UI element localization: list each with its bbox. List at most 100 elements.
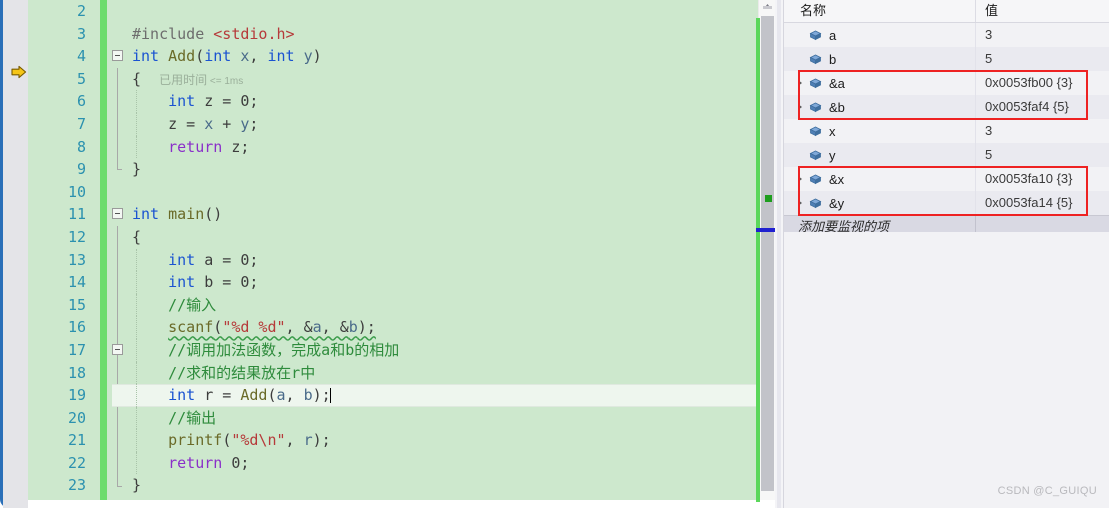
code-line[interactable]: //求和的结果放在r中 (112, 361, 758, 385)
token-keyword-int: int (168, 92, 196, 111)
variable-cube-icon (809, 150, 822, 160)
editor-bottom-filler (28, 500, 758, 508)
token-function-printf: printf (168, 431, 223, 450)
watch-row-y[interactable]: y 5 (784, 143, 1109, 167)
scrollbar-marker-green (765, 195, 772, 202)
watch-row-name-cell[interactable]: x (784, 119, 976, 143)
token-keyword-return: return (168, 137, 223, 156)
token-var-a: a (204, 250, 214, 269)
fold-toggle-comment-block[interactable] (112, 343, 123, 355)
watch-row-name-cell[interactable]: &b (784, 95, 976, 119)
watch-row-x[interactable]: x 3 (784, 119, 1109, 143)
code-line[interactable]: int b = 0; (112, 271, 758, 294)
watch-variable-value[interactable]: 0x0053fa10 {3} (976, 167, 1109, 191)
variable-cube-icon (809, 30, 822, 40)
code-line[interactable]: printf("%d\n", r); (112, 429, 758, 452)
line-number: 3 (76, 24, 86, 43)
watch-row-b[interactable]: b 5 (784, 47, 1109, 71)
watch-variable-value[interactable]: 5 (976, 143, 1109, 167)
code-line[interactable]: { 已用时间 <= 1ms (112, 67, 758, 170)
line-number: 14 (67, 273, 86, 292)
code-line[interactable]: return 0; (112, 451, 758, 475)
watch-row-addr-a[interactable]: &a 0x0053fb00 {3} (784, 71, 1109, 95)
line-number: 13 (67, 250, 86, 269)
watch-variable-value[interactable]: 0x0053fa14 {5} (976, 191, 1109, 215)
code-line[interactable]: return z; (112, 135, 758, 159)
expander-arrow-icon[interactable] (798, 23, 809, 47)
watch-variable-value[interactable]: 5 (976, 47, 1109, 71)
watch-row-addr-y[interactable]: &y 0x0053fa14 {5} (784, 191, 1109, 215)
token-keyword-int: int (168, 273, 196, 292)
watch-row-name-cell[interactable]: y (784, 143, 976, 167)
code-text-area[interactable]: #include <stdio.h> int Add(int x, int y)… (112, 0, 758, 500)
expander-arrow-icon[interactable] (798, 71, 809, 95)
token-string-scanf-format: "%d %d" (222, 318, 286, 337)
fold-toggle-add-function[interactable] (112, 50, 123, 62)
expander-arrow-icon[interactable] (798, 191, 809, 215)
line-number: 10 (67, 182, 86, 201)
fold-toggle-main-function[interactable] (112, 208, 123, 220)
expander-arrow-icon[interactable] (798, 167, 809, 191)
scrollbar-thumb[interactable] (756, 16, 779, 502)
expander-arrow-icon[interactable] (798, 119, 809, 143)
expander-arrow-icon[interactable] (798, 95, 809, 119)
watch-row-name-cell[interactable]: b (784, 47, 976, 71)
line-number: 19 (67, 386, 86, 405)
expander-arrow-icon[interactable] (798, 47, 809, 71)
watch-row-name-cell[interactable]: &a (784, 71, 976, 95)
token-function-add: Add (240, 386, 268, 405)
token-keyword-int: int (168, 250, 196, 269)
watch-row-addr-x[interactable]: &x 0x0053fa10 {3} (784, 167, 1109, 191)
code-line[interactable]: } (112, 474, 758, 497)
code-line[interactable]: z = x + y; (112, 112, 758, 136)
pane-splitter-grip (777, 0, 781, 508)
watch-row-a[interactable]: a 3 (784, 23, 1109, 47)
code-line[interactable]: scanf("%d %d", &a, &b); (112, 316, 758, 339)
elapsed-time-label: 已用时间 (159, 72, 208, 87)
watch-variable-value[interactable]: 0x0053fb00 {3} (976, 71, 1109, 95)
watch-variable-name: &a (829, 75, 845, 91)
watch-variable-name: y (829, 147, 836, 163)
watch-variable-value[interactable]: 0x0053faf4 {5} (976, 95, 1109, 119)
watch-panel: 名称 值 a 3 b 5 &a 0x0053fb00 {3} &b 0x0053… (783, 0, 1109, 508)
code-editor-pane: 2 3 4 5 6 7 8 9 10 11 12 13 14 15 16 17 … (0, 0, 783, 508)
editor-vertical-scrollbar[interactable] (756, 0, 779, 502)
variable-cube-icon (809, 174, 822, 184)
watch-row-name-cell[interactable]: &x (784, 167, 976, 191)
token-keyword-int: int (267, 47, 295, 66)
code-line[interactable]: { (112, 225, 758, 487)
code-line[interactable]: #include <stdio.h> (112, 23, 758, 46)
column-header-value[interactable]: 值 (976, 0, 1109, 22)
token-var-a: a (312, 318, 322, 337)
code-line[interactable]: //调用加法函数，完成a和b的相加 (112, 338, 758, 362)
token-comment-call-add: //调用加法函数，完成a和b的相加 (168, 340, 400, 359)
code-line[interactable] (112, 181, 758, 204)
token-function-add: Add (168, 47, 196, 66)
editor-glyph-margin[interactable] (3, 0, 28, 508)
variable-cube-icon (809, 78, 822, 88)
watch-variable-value[interactable]: 3 (976, 23, 1109, 47)
code-line[interactable]: int Add(int x, int y) (112, 45, 758, 68)
scrollbar-change-indicator (756, 18, 760, 502)
code-line[interactable]: int z = 0; (112, 90, 758, 113)
watch-row-name-cell[interactable]: a (784, 23, 976, 47)
token-var-z: z (168, 114, 178, 133)
expander-arrow-icon[interactable] (798, 143, 809, 167)
code-line[interactable]: //输出 (112, 406, 758, 430)
code-line[interactable]: int a = 0; (112, 248, 758, 272)
line-number: 9 (76, 160, 86, 179)
watch-row-name-cell[interactable]: &y (784, 191, 976, 215)
code-line-current[interactable]: int r = Add(a, b); (112, 384, 758, 407)
code-line[interactable]: } (112, 158, 758, 181)
token-comment-output: //输出 (168, 408, 217, 427)
pane-splitter[interactable] (775, 0, 783, 508)
line-number: 23 (67, 476, 86, 495)
code-line[interactable]: int main() (112, 203, 758, 226)
watch-variable-value[interactable]: 3 (976, 119, 1109, 143)
code-line[interactable] (112, 0, 758, 23)
watch-variable-name: &y (829, 195, 845, 211)
column-header-name[interactable]: 名称 (784, 0, 976, 22)
code-line[interactable]: //输入 (112, 293, 758, 317)
watch-row-addr-b[interactable]: &b 0x0053faf4 {5} (784, 95, 1109, 119)
